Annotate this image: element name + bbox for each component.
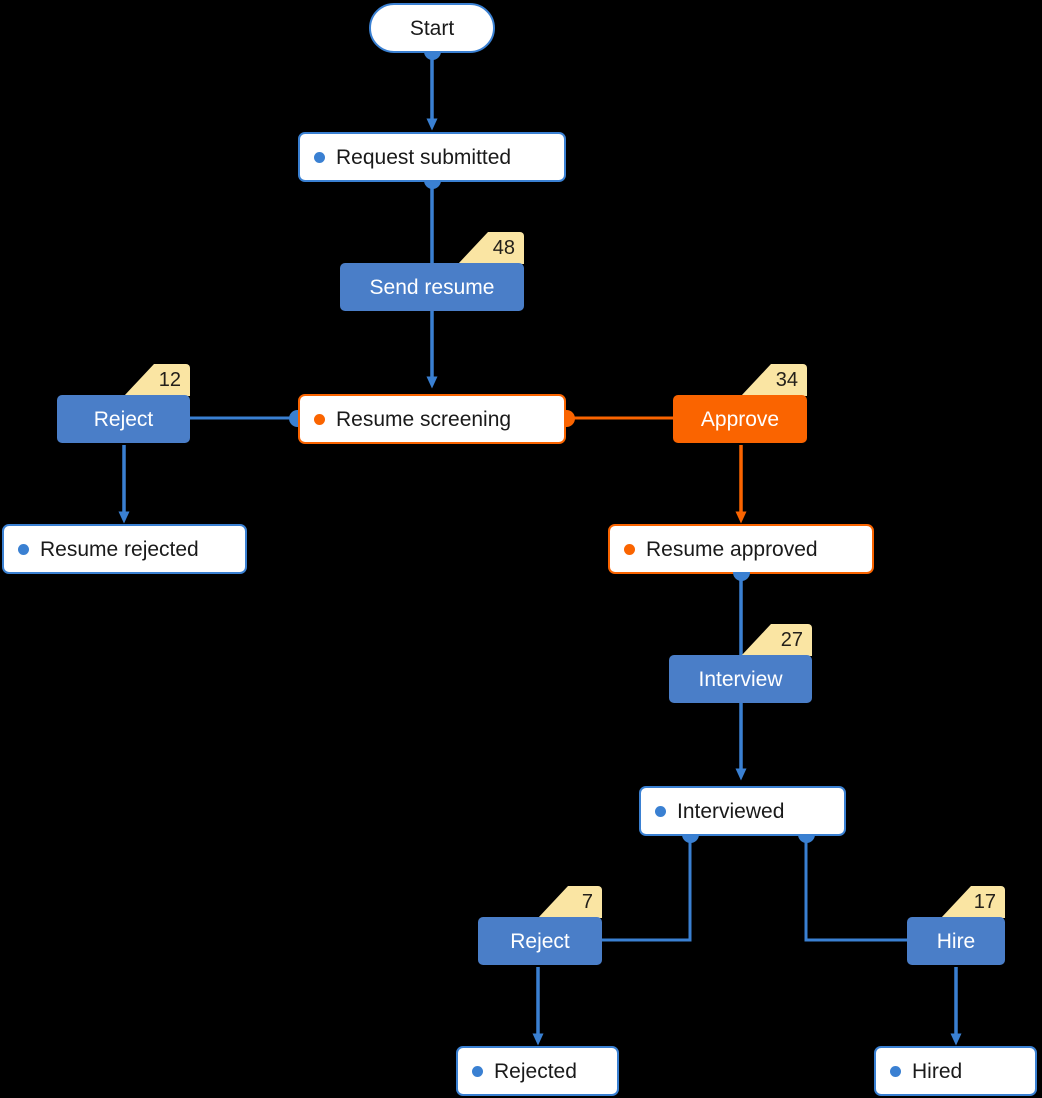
status-dot-icon (472, 1065, 483, 1077)
node-resume-screening-label: Resume screening (336, 407, 512, 431)
node-reject-interview-label: Reject (510, 929, 570, 953)
node-interview-label: Interview (698, 667, 783, 691)
node-hired[interactable]: Hired (874, 1046, 1037, 1096)
node-reject-screening[interactable]: Reject (57, 395, 190, 443)
node-interviewed-label: Interviewed (677, 799, 785, 823)
node-start-label: Start (409, 16, 455, 40)
node-reject-screening-label: Reject (93, 407, 154, 431)
node-request-submitted[interactable]: Request submitted (298, 132, 566, 182)
node-interview[interactable]: Interview (669, 655, 812, 703)
node-send-resume[interactable]: Send resume (340, 263, 524, 311)
node-rejected[interactable]: Rejected (456, 1046, 619, 1096)
status-dot-icon (624, 543, 635, 555)
status-dot-icon (314, 151, 325, 163)
node-resume-rejected-label: Resume rejected (40, 537, 199, 561)
node-resume-approved-label: Resume approved (646, 537, 818, 561)
status-dot-icon (18, 543, 29, 555)
node-start[interactable]: Start (369, 3, 495, 53)
workflow-diagram-canvas: Start Request submitted 48 Send resume 1… (0, 0, 1042, 1098)
node-approve-label: Approve (700, 407, 780, 431)
status-dot-icon (890, 1065, 901, 1077)
status-dot-icon (655, 805, 666, 817)
status-dot-icon (314, 413, 325, 425)
edge-interviewed-reject (602, 838, 692, 942)
node-approve[interactable]: Approve (673, 395, 807, 443)
node-hired-label: Hired (912, 1059, 963, 1083)
node-hire[interactable]: Hire (907, 917, 1005, 965)
node-interviewed[interactable]: Interviewed (639, 786, 846, 836)
node-send-resume-label: Send resume (369, 275, 495, 299)
node-resume-screening[interactable]: Resume screening (298, 394, 566, 444)
node-reject-interview[interactable]: Reject (478, 917, 602, 965)
node-rejected-label: Rejected (494, 1059, 577, 1083)
edge-interviewed-hire (804, 838, 908, 942)
node-resume-rejected[interactable]: Resume rejected (2, 524, 247, 574)
node-request-submitted-label: Request submitted (336, 145, 512, 169)
node-resume-approved[interactable]: Resume approved (608, 524, 874, 574)
node-hire-label: Hire (936, 929, 976, 953)
